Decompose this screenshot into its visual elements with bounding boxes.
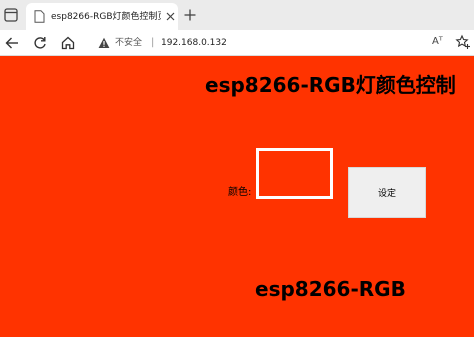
favorite-star-icon[interactable]: [455, 34, 471, 50]
read-aloud-icon[interactable]: Aᵀ: [432, 34, 448, 50]
tab-strip: esp8266-RGB灯颜色控制页面: [0, 0, 474, 30]
security-status[interactable]: 不安全: [115, 36, 142, 50]
browser-toolbar: 不安全 | 192.168.0.132: [0, 30, 474, 56]
set-button[interactable]: 设定: [348, 167, 426, 218]
tab-actions-icon[interactable]: [4, 8, 18, 22]
back-arrow-icon[interactable]: [4, 35, 20, 51]
color-picker-input[interactable]: [256, 148, 333, 199]
page-icon: [34, 10, 45, 23]
tab-title: esp8266-RGB灯颜色控制页面: [51, 12, 161, 22]
reload-icon[interactable]: [32, 35, 48, 51]
page-title: esp8266-RGB灯颜色控制: [205, 73, 456, 97]
home-icon[interactable]: [60, 35, 76, 51]
tab-active[interactable]: esp8266-RGB灯颜色控制页面: [26, 3, 178, 30]
browser-chrome: esp8266-RGB灯颜色控制页面: [0, 0, 474, 56]
color-label: 颜色:: [228, 187, 252, 198]
new-tab-plus-icon[interactable]: [184, 9, 196, 21]
footer-heading: esp8266-RGB: [255, 277, 406, 301]
address-bar[interactable]: 不安全 | 192.168.0.132: [92, 33, 452, 53]
warning-icon[interactable]: [98, 37, 110, 49]
url-text[interactable]: 192.168.0.132: [161, 36, 227, 50]
close-icon[interactable]: [166, 12, 175, 21]
address-separator: |: [151, 37, 155, 48]
